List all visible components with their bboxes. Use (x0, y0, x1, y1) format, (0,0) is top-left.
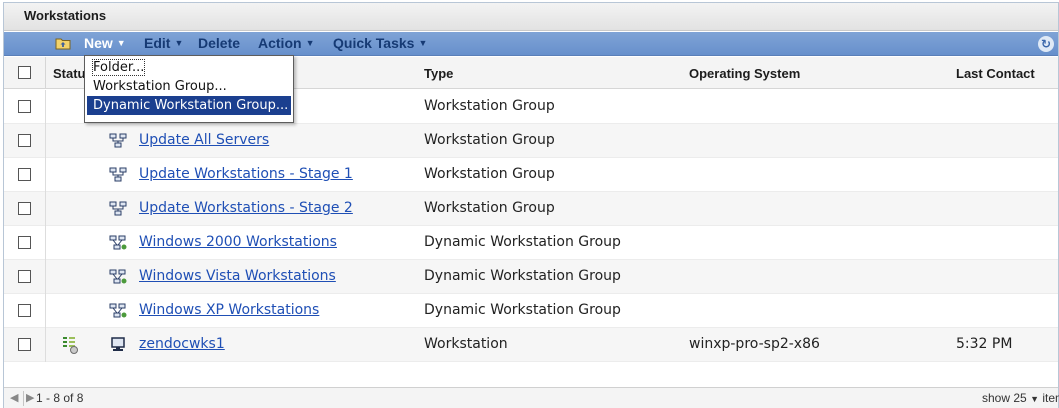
table-row[interactable]: zendocwks1 Workstation winxp-pro-sp2-x86… (4, 328, 1058, 362)
row-name-link[interactable]: Update All Servers (139, 132, 269, 148)
table-row[interactable]: Windows 2000 Workstations Dynamic Workst… (4, 226, 1058, 260)
row-last-contact: 5:32 PM (956, 336, 1013, 352)
row-type: Dynamic Workstation Group (424, 268, 621, 284)
column-divider (45, 158, 46, 192)
dynamic-workstation-group-icon (109, 303, 127, 319)
column-divider (45, 90, 46, 124)
row-type: Dynamic Workstation Group (424, 302, 621, 318)
chevron-down-icon: ▼ (174, 38, 184, 48)
row-name-link[interactable]: Windows 2000 Workstations (139, 234, 337, 250)
row-checkbox[interactable] (18, 100, 31, 113)
row-type: Workstation Group (424, 166, 555, 182)
menu-item-dynamic-workstation-group[interactable]: Dynamic Workstation Group... (87, 96, 291, 115)
row-checkbox[interactable] (18, 134, 31, 147)
page-size-control[interactable]: show 25 ▼ items (982, 391, 1059, 405)
row-type: Dynamic Workstation Group (424, 234, 621, 250)
row-checkbox[interactable] (18, 338, 31, 351)
new-dropdown-menu: Folder... Workstation Group... Dynamic W… (84, 55, 294, 123)
column-header-status[interactable]: Statu (53, 66, 86, 81)
next-page-icon[interactable]: ▶ (26, 391, 34, 404)
chevron-down-icon: ▼ (418, 38, 428, 48)
table-body: Workstation Group Update All Servers Wor… (4, 90, 1058, 362)
row-count: 1 - 8 of 8 (36, 391, 84, 405)
column-divider (45, 260, 46, 294)
menu-item-workstation-group[interactable]: Workstation Group... (87, 77, 291, 96)
chevron-down-icon: ▼ (1030, 394, 1039, 404)
quick-tasks-menu-button[interactable]: Quick Tasks ▼ (333, 35, 427, 51)
column-divider (45, 192, 46, 226)
column-divider (45, 294, 46, 328)
toolbar: New ▼ Edit ▼ Delete Action ▼ Quick Tasks ▼ ↻ (4, 32, 1058, 56)
delete-button[interactable]: Delete (198, 35, 240, 51)
row-name-link[interactable]: Update Workstations - Stage 2 (139, 200, 353, 216)
row-name-link[interactable]: Windows Vista Workstations (139, 268, 336, 284)
refresh-icon[interactable]: ↻ (1038, 36, 1054, 52)
action-menu-button[interactable]: Action ▼ (258, 35, 314, 51)
menu-item-folder[interactable]: Folder... (87, 58, 291, 77)
edit-menu-button[interactable]: Edit ▼ (144, 35, 183, 51)
table-row[interactable]: Update All Servers Workstation Group (4, 124, 1058, 158)
workstation-group-icon (109, 167, 127, 183)
row-name-link[interactable]: Windows XP Workstations (139, 302, 319, 318)
table-row[interactable]: Update Workstations - Stage 2 Workstatio… (4, 192, 1058, 226)
row-type: Workstation Group (424, 98, 555, 114)
dynamic-workstation-group-icon (109, 269, 127, 285)
column-divider (45, 57, 46, 89)
row-checkbox[interactable] (18, 270, 31, 283)
edit-menu-label: Edit (144, 35, 171, 51)
menu-item-label: Dynamic Workstation Group... (93, 98, 289, 113)
column-divider (45, 328, 46, 362)
row-checkbox[interactable] (18, 202, 31, 215)
pager-divider (23, 391, 24, 406)
table-row[interactable]: Windows Vista Workstations Dynamic Works… (4, 260, 1058, 294)
panel-title: Workstations (24, 8, 107, 23)
table-row[interactable]: Windows XP Workstations Dynamic Workstat… (4, 294, 1058, 328)
row-checkbox[interactable] (18, 304, 31, 317)
row-checkbox[interactable] (18, 168, 31, 181)
row-name-link[interactable]: Update Workstations - Stage 1 (139, 166, 353, 182)
row-type: Workstation Group (424, 132, 555, 148)
column-header-last-contact[interactable]: Last Contact (956, 66, 1035, 81)
column-header-type[interactable]: Type (424, 66, 453, 81)
select-all-checkbox[interactable] (18, 66, 31, 79)
page-size-value[interactable]: 25 (1013, 391, 1026, 405)
items-label: items (1042, 391, 1059, 405)
new-menu-button[interactable]: New ▼ (84, 35, 126, 51)
new-menu-label: New (84, 35, 113, 51)
show-label: show (982, 391, 1011, 405)
column-divider (45, 124, 46, 158)
column-divider (45, 226, 46, 260)
row-type: Workstation Group (424, 200, 555, 216)
row-checkbox[interactable] (18, 236, 31, 249)
workstation-group-icon (109, 201, 127, 217)
column-header-os[interactable]: Operating System (689, 66, 800, 81)
folder-up-icon[interactable] (55, 37, 71, 50)
chevron-down-icon: ▼ (305, 38, 315, 48)
first-page-icon[interactable]: ◀ (10, 391, 18, 404)
menu-item-label: Workstation Group... (93, 79, 227, 94)
row-type: Workstation (424, 336, 508, 352)
row-name-link[interactable]: zendocwks1 (139, 336, 225, 352)
row-operating-system: winxp-pro-sp2-x86 (689, 336, 820, 352)
panel-title-bar: Workstations (4, 3, 1058, 31)
menu-item-label: Folder... (91, 59, 146, 76)
chevron-down-icon: ▼ (116, 38, 126, 48)
table-row[interactable]: Update Workstations - Stage 1 Workstatio… (4, 158, 1058, 192)
bundle-status-icon[interactable] (61, 335, 79, 355)
action-menu-label: Action (258, 35, 302, 51)
workstation-icon (109, 337, 127, 353)
dynamic-workstation-group-icon (109, 235, 127, 251)
workstation-group-icon (109, 133, 127, 149)
table-footer: ◀ ▶ 1 - 8 of 8 show 25 ▼ items (4, 387, 1059, 408)
quick-tasks-menu-label: Quick Tasks (333, 35, 415, 51)
